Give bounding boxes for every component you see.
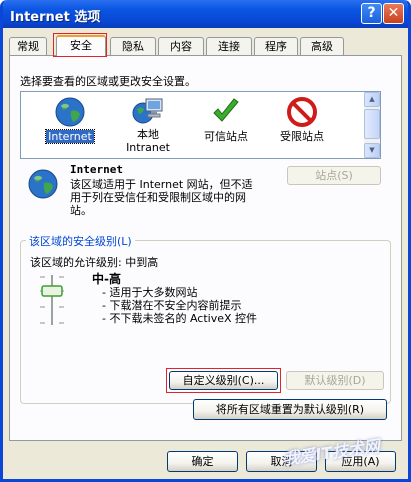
tab-privacy[interactable]: 隐私 [110, 37, 156, 55]
security-level-description: - 适用于大多数网站 - 下载潜在不安全内容前提示 - 不下载未签名的 Acti… [102, 286, 257, 325]
default-level-button[interactable]: 默认级别(D) [286, 371, 384, 390]
level-bullet: - 适用于大多数网站 [102, 286, 198, 299]
zone-trusted-sites[interactable]: 可信站点 [191, 95, 261, 157]
tab-connections[interactable]: 连接 [206, 37, 252, 55]
window-title: Internet 选项 [10, 10, 101, 25]
tab-general[interactable]: 常规 [9, 37, 47, 55]
zone-local-intranet[interactable]: 本地 Intranet [113, 95, 183, 157]
tab-programs[interactable]: 程序 [254, 37, 298, 55]
scroll-thumb[interactable] [364, 109, 380, 139]
zone-label: 受限站点 [280, 130, 324, 143]
level-bullet: - 下载潜在不安全内容前提示 [102, 299, 242, 312]
selected-zone-name: Internet [70, 163, 123, 176]
zone-internet[interactable]: Internet [35, 95, 105, 157]
restricted-icon [287, 97, 317, 127]
intranet-icon [132, 98, 163, 124]
globe-icon [55, 97, 85, 127]
title-bar[interactable]: Internet 选项 ? ✕ [3, 0, 408, 28]
ok-button[interactable]: 确定 [167, 451, 238, 472]
security-tab-highlight-box [53, 33, 107, 57]
security-level-title: 该区域的安全级别(L) [26, 233, 135, 249]
selected-zone-description: 该区域适用于 Internet 网站，但不适用于列在受信任和受限制区域中的网站。 [70, 178, 253, 217]
custom-level-highlight-box [166, 368, 281, 393]
level-bullet: - 不下载未签名的 ActiveX 控件 [102, 312, 258, 325]
zone-label: 本地 Intranet [126, 128, 170, 154]
allowed-level-text: 该区域的允许级别: 中到高 [30, 256, 159, 269]
tab-content[interactable]: 内容 [158, 37, 204, 55]
zone-restricted-sites[interactable]: 受限站点 [267, 95, 337, 157]
zone-label: Internet [45, 129, 95, 144]
zone-prompt: 选择要查看的区域或更改安全设置。 [20, 75, 196, 88]
reset-all-zones-button[interactable]: 将所有区域重置为默认级别(R) [193, 399, 387, 420]
zone-list[interactable]: Internet 本地 Intranet 可信站点 受限站点 ▲ ▼ [20, 91, 381, 159]
security-level-name: 中-高 [92, 272, 121, 286]
close-button[interactable]: ✕ [383, 3, 404, 24]
globe-icon [28, 169, 58, 199]
security-panel: 选择要查看的区域或更改安全设置。 Internet 本地 Intranet 可信… [9, 55, 402, 441]
security-level-slider[interactable] [38, 273, 66, 327]
zone-label: 可信站点 [204, 130, 248, 143]
help-button[interactable]: ? [361, 3, 382, 24]
scroll-down-button[interactable]: ▼ [364, 143, 380, 158]
scroll-up-button[interactable]: ▲ [364, 92, 380, 107]
checkmark-icon [213, 98, 239, 122]
zone-list-scrollbar[interactable]: ▲ ▼ [364, 92, 380, 158]
sites-button[interactable]: 站点(S) [287, 166, 381, 185]
internet-options-window: Internet 选项 ? ✕ 常规 安全 隐私 内容 连接 程序 高级 选择要… [0, 0, 411, 482]
tab-advanced[interactable]: 高级 [300, 37, 344, 55]
